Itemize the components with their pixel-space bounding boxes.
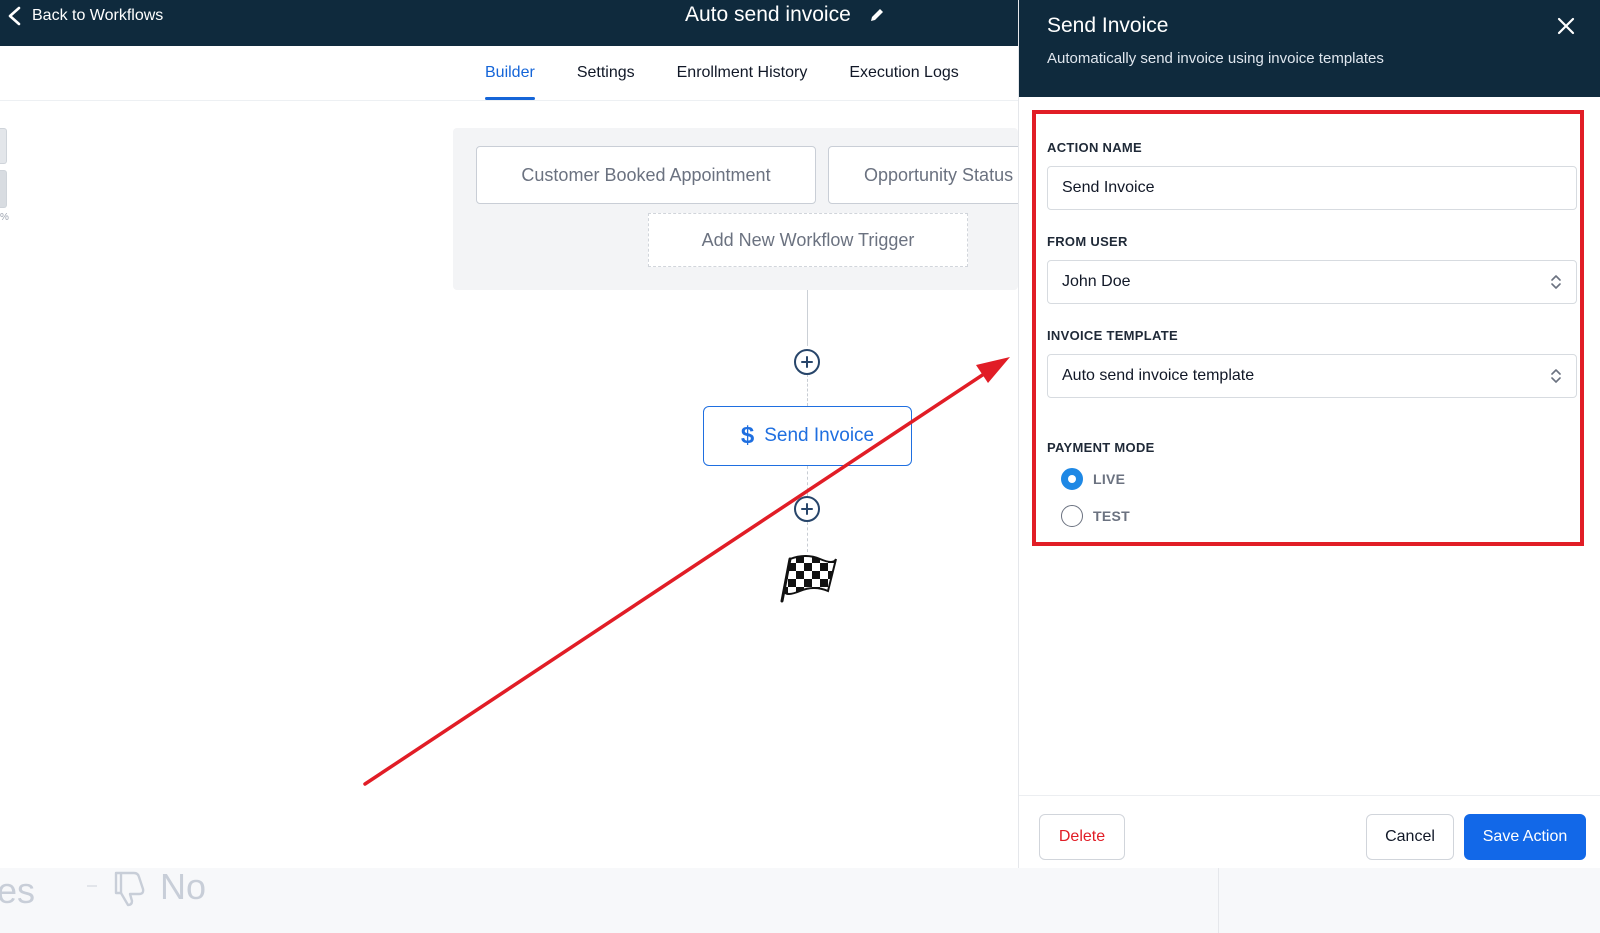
feedback-bar	[0, 868, 1600, 933]
annotation-highlight-box	[1032, 110, 1584, 546]
flow-connector	[807, 522, 808, 552]
left-panel-fragment	[0, 128, 7, 164]
workflow-title-text: Auto send invoice	[685, 3, 851, 26]
action-node-label: Send Invoice	[764, 425, 875, 446]
tab-enrollment-history[interactable]: Enrollment History	[677, 56, 808, 100]
dollar-icon: $	[740, 422, 755, 449]
feedback-yes-fragment[interactable]: es	[0, 870, 35, 912]
drawer-subtitle: Automatically send invoice using invoice…	[1047, 50, 1384, 67]
back-to-workflows-link[interactable]: Back to Workflows	[6, 6, 163, 26]
workflow-title: Auto send invoice	[685, 3, 885, 27]
flow-connector	[807, 374, 808, 406]
add-action-button[interactable]	[794, 496, 820, 522]
add-action-button[interactable]	[794, 349, 820, 375]
tabs-divider	[0, 100, 1018, 101]
delete-button[interactable]: Delete	[1039, 814, 1125, 860]
chevron-left-icon	[8, 6, 21, 26]
pencil-icon[interactable]	[869, 7, 885, 23]
flow-connector	[807, 290, 808, 346]
plus-icon	[801, 503, 813, 515]
trigger-customer-booked-appointment[interactable]: Customer Booked Appointment	[476, 146, 816, 204]
checkered-flag-icon	[780, 555, 837, 603]
tab-settings[interactable]: Settings	[577, 56, 635, 100]
feedback-divider	[1218, 868, 1219, 933]
plus-icon	[801, 356, 813, 368]
left-percent-text: %	[0, 212, 9, 223]
cancel-button[interactable]: Cancel	[1366, 814, 1454, 860]
trigger-opportunity-status[interactable]: Opportunity Status	[828, 146, 1018, 204]
top-bar: Back to Workflows Auto send invoice	[0, 0, 1018, 46]
feedback-separator	[87, 885, 97, 887]
left-panel-fragment	[0, 170, 7, 208]
close-icon[interactable]	[1554, 14, 1578, 38]
add-workflow-trigger-button[interactable]: Add New Workflow Trigger	[648, 213, 968, 267]
drawer-header: Send Invoice Automatically send invoice …	[1019, 0, 1600, 97]
send-invoice-action-node[interactable]: $ Send Invoice	[703, 406, 912, 466]
drawer-footer-divider	[1019, 795, 1600, 796]
builder-tabs: Builder Settings Enrollment History Exec…	[485, 56, 959, 100]
send-invoice-drawer: Send Invoice Automatically send invoice …	[1018, 0, 1600, 868]
feedback-no-button[interactable]: No	[108, 866, 206, 908]
thumbs-down-icon	[114, 871, 145, 907]
feedback-no-label: No	[160, 866, 207, 907]
drawer-title: Send Invoice	[1047, 14, 1169, 37]
save-action-button[interactable]: Save Action	[1464, 814, 1586, 860]
back-label: Back to Workflows	[32, 7, 164, 24]
trigger-container: Customer Booked Appointment Opportunity …	[453, 128, 1018, 290]
tab-execution-logs[interactable]: Execution Logs	[849, 56, 958, 100]
flow-connector	[807, 466, 808, 496]
tab-builder[interactable]: Builder	[485, 56, 535, 100]
